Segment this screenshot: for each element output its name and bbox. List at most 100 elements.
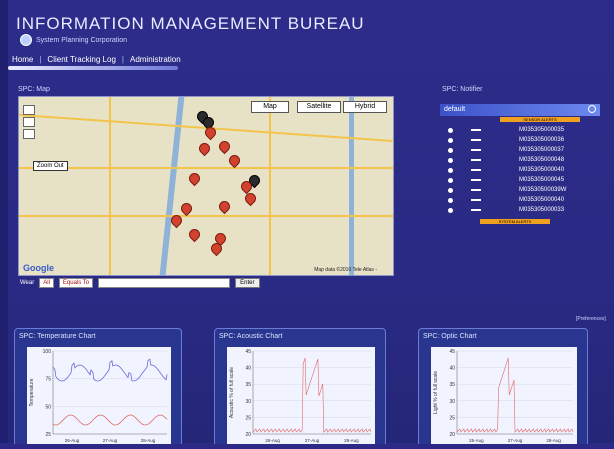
- sensor-row[interactable]: M03530500039W: [448, 186, 600, 194]
- optic-chart: Light % of full scale 45 40 35 30 25 20 26-Aug 2…: [431, 347, 577, 444]
- map-marker[interactable]: [216, 198, 233, 215]
- temperature-chart: Temperature 100 75 50 25 26-Aug 27-Aug 28-Aug: [27, 347, 171, 444]
- y-tick-label: 50: [45, 404, 51, 410]
- sensor-row[interactable]: M035305000040: [448, 166, 600, 174]
- optic-chart-panel: SPC: Optic Chart Light % of full scale 45…: [418, 328, 588, 444]
- status-dot-icon: [448, 187, 453, 193]
- notifier-panel-label: SPC: Notifier: [442, 86, 483, 93]
- y-tick-label: 45: [245, 349, 251, 355]
- sensor-row[interactable]: M035305000048: [448, 156, 600, 164]
- x-tick-label: 27-Aug: [508, 438, 523, 443]
- y-tick-label: 75: [45, 377, 51, 383]
- sensor-row[interactable]: M035305000040: [448, 196, 600, 204]
- status-dot-icon: [448, 167, 453, 173]
- refresh-icon[interactable]: [588, 105, 596, 113]
- x-tick-label: 27-Aug: [305, 438, 320, 443]
- y-tick-label: 40: [449, 366, 455, 372]
- map-marker[interactable]: [196, 140, 213, 157]
- status-dot-icon: [448, 127, 453, 133]
- chart-title: SPC: Acoustic Chart: [219, 333, 283, 340]
- map-road: [109, 97, 111, 275]
- dash-icon: [471, 159, 481, 161]
- left-border: [0, 0, 8, 443]
- map-marker[interactable]: [186, 170, 203, 187]
- sensor-alerts-bar: SENSOR ALERTS: [500, 117, 580, 122]
- dash-icon: [471, 189, 481, 191]
- sensor-row[interactable]: M035305000035: [448, 126, 600, 134]
- y-tick-label: 35: [449, 382, 455, 388]
- nav-separator: |: [121, 55, 124, 64]
- y-tick-label: 100: [43, 349, 52, 355]
- company-name: System Planning Corporation: [36, 36, 128, 44]
- system-alerts-bar: SYSTEM ALERTS: [480, 219, 550, 224]
- filter-operator-select[interactable]: Equals To: [58, 278, 94, 288]
- filter-enter-button[interactable]: Enter: [235, 278, 260, 288]
- map-road: [19, 167, 393, 169]
- map-marker[interactable]: [186, 226, 203, 243]
- series-line-upper: [52, 358, 168, 382]
- map-credit: Map data ©2010 Tele Atlas -: [314, 267, 377, 273]
- map-type-hybrid-button[interactable]: Hybrid: [343, 101, 387, 113]
- zoom-in-button[interactable]: [23, 105, 35, 115]
- sensor-row[interactable]: M035305000033: [448, 206, 600, 214]
- series-line: [252, 357, 372, 433]
- status-dot-icon: [448, 207, 453, 213]
- nav-underline: [8, 66, 178, 70]
- x-tick-label: 28-Aug: [344, 438, 359, 443]
- notifier-panel: default SENSOR ALERTS M035305000035 M0353…: [440, 96, 600, 226]
- filter-value-input[interactable]: [98, 278, 231, 288]
- y-tick-label: 35: [245, 382, 251, 388]
- x-tick-label: 26-Aug: [65, 438, 80, 443]
- filter-bar: Wear All Equals To Enter: [20, 278, 260, 288]
- map-type-satellite-button[interactable]: Satellite: [297, 101, 341, 113]
- nav-administration[interactable]: Administration: [130, 55, 181, 64]
- dash-icon: [471, 149, 481, 151]
- dash-icon: [471, 179, 481, 181]
- y-axis-label: Temperature: [29, 378, 35, 406]
- map-view[interactable]: Zoom Out Map Satellite Hybrid Google Map…: [18, 96, 394, 276]
- map-type-map-button[interactable]: Map: [251, 101, 289, 113]
- nav-separator: |: [39, 55, 42, 64]
- filter-field-select[interactable]: All: [39, 278, 54, 288]
- y-tick-label: 20: [245, 432, 251, 438]
- sensor-id: M035305000045: [519, 177, 565, 183]
- map-river: [349, 97, 354, 275]
- status-dot-icon: [448, 157, 453, 163]
- preferences-link[interactable]: [Preferences]: [576, 316, 606, 322]
- status-dot-icon: [448, 147, 453, 153]
- sensor-id: M035305000035: [519, 127, 565, 133]
- zoom-out-button[interactable]: Zoom Out: [33, 161, 68, 171]
- dash-icon: [471, 139, 481, 141]
- app-title: INFORMATION MANAGEMENT BUREAU: [16, 14, 365, 33]
- map-marker[interactable]: [178, 200, 195, 217]
- dash-icon: [471, 129, 481, 131]
- notifier-selected-group[interactable]: default: [440, 104, 600, 116]
- chart-title: SPC: Optic Chart: [423, 333, 477, 340]
- dash-icon: [471, 209, 481, 211]
- sensor-row[interactable]: M035305000036: [448, 136, 600, 144]
- y-tick-label: 40: [245, 366, 251, 372]
- status-dot-icon: [448, 197, 453, 203]
- nav-home[interactable]: Home: [12, 55, 33, 64]
- nav-client-tracking-log[interactable]: Client Tracking Log: [47, 55, 115, 64]
- series-line: [456, 357, 574, 433]
- sensor-id: M035305000033: [519, 207, 565, 213]
- x-tick-label: 26-Aug: [469, 438, 484, 443]
- dash-icon: [471, 169, 481, 171]
- y-tick-label: 25: [245, 415, 251, 421]
- status-dot-icon: [448, 177, 453, 183]
- sensor-id: M035305000037: [519, 147, 565, 153]
- map-marker[interactable]: [226, 152, 243, 169]
- pan-button[interactable]: [23, 117, 35, 127]
- dash-icon: [471, 199, 481, 201]
- series-line-lower: [52, 414, 168, 426]
- y-tick-label: 20: [449, 432, 455, 438]
- map-marker[interactable]: [216, 138, 233, 155]
- sensor-row[interactable]: M035305000037: [448, 146, 600, 154]
- sensor-row[interactable]: M035305000045: [448, 176, 600, 184]
- sensor-id: M03530500039W: [519, 187, 567, 193]
- y-tick-label: 25: [45, 432, 51, 438]
- zoom-out-button-small[interactable]: [23, 129, 35, 139]
- y-tick-label: 30: [245, 399, 251, 405]
- y-tick-label: 30: [449, 399, 455, 405]
